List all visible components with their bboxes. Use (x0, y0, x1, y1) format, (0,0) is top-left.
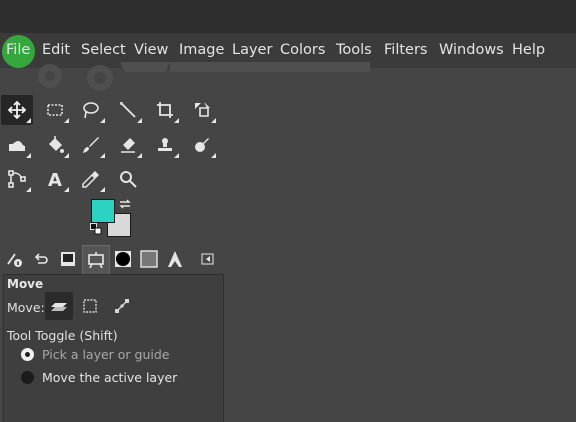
option-pick-layer-label: Pick a layer or guide (42, 347, 170, 362)
window-titlebar (0, 0, 576, 33)
warp-transform-tool-button[interactable] (1, 130, 33, 160)
patterns-icon (140, 250, 158, 268)
selection-mode-icon (83, 299, 97, 313)
panel-menu-icon[interactable] (200, 251, 216, 267)
svg-text:A: A (48, 170, 62, 189)
images-icon (61, 252, 75, 266)
menu-filters[interactable]: Filters (384, 33, 427, 68)
smudge-icon (195, 138, 209, 152)
layer-mode-icon (51, 303, 67, 311)
crop-tool-button[interactable] (149, 95, 181, 125)
device-status-icon (7, 253, 22, 267)
radio-unselected[interactable] (21, 371, 34, 384)
tab-undo-history[interactable] (28, 245, 54, 273)
eraser-tool-button[interactable] (112, 130, 144, 160)
eraser-icon (121, 138, 135, 153)
path-mode-icon (115, 299, 129, 313)
move-icon (7, 100, 27, 120)
magic-wand-icon (120, 102, 136, 118)
clone-stamp-icon (158, 138, 172, 151)
transform-icon (195, 102, 210, 117)
move-mode-label: Move: (7, 300, 45, 315)
fonts-icon (168, 251, 182, 267)
foreground-color-swatch[interactable] (91, 199, 115, 223)
warp-icon (9, 141, 25, 151)
default-colors-icon[interactable] (90, 223, 102, 235)
tool-options-panel: Move Move: Tool Toggle (Shift) Pick a la… (3, 274, 224, 422)
tab-fonts[interactable] (162, 245, 188, 273)
tool-toggle-label: Tool Toggle (Shift) (7, 328, 118, 343)
swap-colors-icon[interactable] (118, 198, 132, 210)
rect-select-tool-button[interactable] (39, 95, 71, 125)
move-selection-mode-button[interactable] (76, 292, 104, 320)
tab-tool-options[interactable] (82, 245, 110, 274)
paths-tool-button[interactable] (1, 164, 33, 194)
menu-help[interactable]: Help (512, 33, 545, 68)
tab-patterns[interactable] (136, 245, 162, 273)
dock-tabbar (0, 245, 222, 274)
menu-windows[interactable]: Windows (439, 33, 504, 68)
fuzzy-select-tool-button[interactable] (112, 95, 144, 125)
paths-icon (8, 170, 26, 188)
free-select-tool-button[interactable] (75, 95, 107, 125)
eyedropper-icon (82, 171, 99, 188)
tool-options-title: Move (7, 277, 44, 291)
zoom-tool-button[interactable] (112, 164, 144, 194)
paintbrush-tool-button[interactable] (75, 130, 107, 160)
tab-device-status[interactable] (1, 245, 27, 273)
clone-tool-button[interactable] (149, 130, 181, 160)
unified-transform-tool-button[interactable] (186, 95, 218, 125)
tab-brushes[interactable] (110, 245, 136, 273)
text-icon: A (48, 170, 62, 189)
move-tool-button[interactable] (1, 95, 33, 125)
undo-history-icon (34, 253, 48, 264)
text-tool-button[interactable]: A (39, 164, 71, 194)
lasso-icon (83, 102, 99, 119)
radio-selected[interactable] (21, 348, 34, 361)
bucket-fill-tool-button[interactable] (39, 130, 71, 160)
zoom-icon (120, 171, 137, 188)
smudge-tool-button[interactable] (186, 130, 218, 160)
tool-options-icon (88, 252, 104, 269)
wilber-watermark (38, 62, 370, 91)
paintbrush-icon (83, 137, 99, 153)
option-move-active-layer-label: Move the active layer (42, 370, 178, 385)
move-path-mode-button[interactable] (108, 292, 136, 320)
crop-icon (157, 102, 173, 118)
color-picker-tool-button[interactable] (75, 164, 107, 194)
bucket-fill-icon (49, 136, 64, 153)
move-layer-mode-button[interactable] (45, 292, 73, 320)
brushes-icon (115, 251, 131, 267)
tab-images[interactable] (55, 245, 81, 273)
rect-select-icon (47, 104, 63, 116)
